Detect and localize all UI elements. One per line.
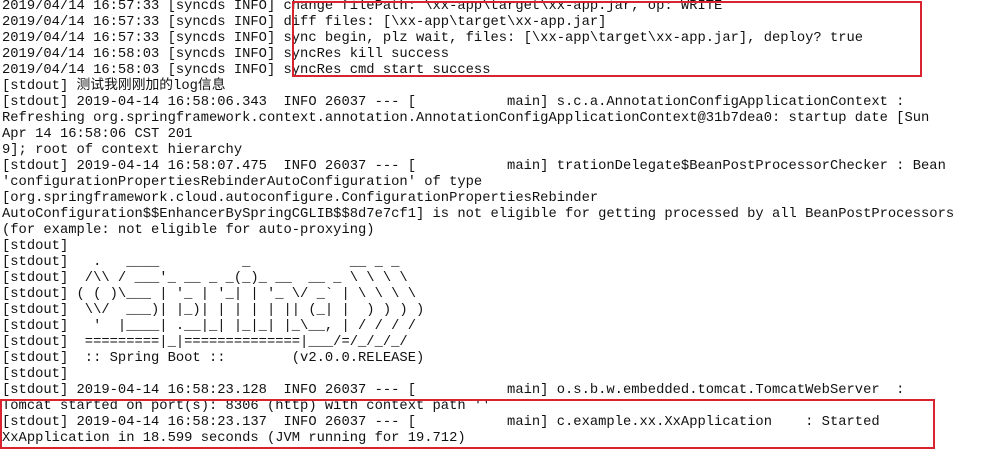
log-line: XxApplication in 18.599 seconds (JVM run… <box>2 431 466 446</box>
log-line: Apr 14 16:58:06 CST 201 <box>2 127 193 142</box>
banner-line: [stdout] ' |____| .__|_| |_|_| |_\__, | … <box>2 319 416 334</box>
log-line: [stdout] 2019-04-14 16:58:07.475 INFO 26… <box>2 159 946 174</box>
log-line: (for example: not eligible for auto-prox… <box>2 223 375 238</box>
log-line: AutoConfiguration$$EnhancerBySpringCGLIB… <box>2 207 955 222</box>
log-line: [stdout] 测试我刚刚加的log信息 <box>2 79 226 94</box>
banner-line: [stdout] \\/ ___)| |_)| | | | | || (_| |… <box>2 303 425 318</box>
log-line: 2019/04/14 16:58:03 [syncds INFO] syncRe… <box>2 47 450 62</box>
log-line: [stdout] <box>2 239 69 254</box>
log-line: Tomcat started on port(s): 8306 (http) w… <box>2 399 491 414</box>
banner-line: [stdout] =========|_|==============|___/… <box>2 335 408 350</box>
console-output: 2019/04/14 16:57:33 [syncds INFO] change… <box>0 0 1000 451</box>
log-line: [stdout] <box>2 367 69 382</box>
log-line: 2019/04/14 16:57:33 [syncds INFO] change… <box>2 0 723 14</box>
log-line: [org.springframework.cloud.autoconfigure… <box>2 191 599 206</box>
log-line: 2019/04/14 16:57:33 [syncds INFO] diff f… <box>2 15 607 30</box>
banner-line: [stdout] ( ( )\___ | '_ | '_| | '_ \/ _`… <box>2 287 416 302</box>
log-line: Refreshing org.springframework.context.a… <box>2 111 930 126</box>
log-line: 'configurationPropertiesRebinderAutoConf… <box>2 175 483 190</box>
log-line: [stdout] 2019-04-14 16:58:06.343 INFO 26… <box>2 95 905 110</box>
log-line: 2019/04/14 16:58:03 [syncds INFO] syncRe… <box>2 63 491 78</box>
log-line: 9]; root of context hierarchy <box>2 143 243 158</box>
banner-line: [stdout] /\\ / ___'_ __ _ _(_)_ __ __ _ … <box>2 271 408 286</box>
log-line: 2019/04/14 16:57:33 [syncds INFO] sync b… <box>2 31 864 46</box>
log-line: [stdout] 2019-04-14 16:58:23.128 INFO 26… <box>2 383 905 398</box>
banner-line: [stdout] . ____ _ __ _ _ <box>2 255 400 270</box>
log-line: [stdout] 2019-04-14 16:58:23.137 INFO 26… <box>2 415 880 430</box>
banner-line: [stdout] :: Spring Boot :: (v2.0.0.RELEA… <box>2 351 425 366</box>
